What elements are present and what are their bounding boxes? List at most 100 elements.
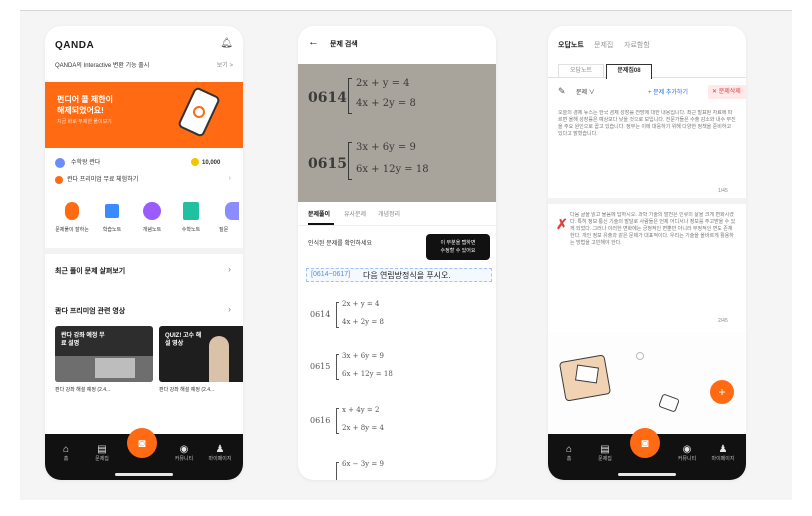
chevron-right-icon[interactable]: ›	[228, 304, 231, 314]
tab-home[interactable]: ⌂ 홈	[554, 444, 584, 463]
photo-equation: 4x + 2y = 8	[356, 98, 416, 109]
category-label[interactable]: 학습노트	[95, 226, 129, 234]
question-text-box[interactable]: [0614~0617] 다음 연립방정식을 푸시오.	[306, 268, 492, 282]
video-caption: 콴다 강좌 해설 예정 (2.4...	[159, 387, 215, 393]
tab-community[interactable]: ◉ 커뮤니티	[169, 444, 199, 463]
banner-subtitle: 지금 바로 무제한 풀이보기	[57, 119, 112, 125]
video-title: QUIZ! 고수 해설 영상	[165, 333, 202, 347]
add-problem-button[interactable]: + 문제 추가하기	[648, 89, 688, 97]
photo-problem-number: 0614	[308, 90, 347, 106]
category-label[interactable]: 질문	[219, 226, 243, 234]
home-indicator	[618, 473, 676, 476]
avatar[interactable]	[55, 158, 65, 168]
note-paragraph[interactable]: 다음 글을 읽고 물음에 답하시오. 과학 기술의 발전은 인류의 삶을 크게 …	[570, 212, 736, 312]
edit-tooltip: 이 부분을 탭하면 수정할 수 있어요	[426, 234, 490, 260]
edit-icon[interactable]: ✎	[558, 86, 566, 97]
toolbar: ✎ 문제 ∨ + 문제 추가하기 ✕ 문제삭제	[548, 82, 746, 102]
tab-workbook[interactable]: ▤ 문제집	[590, 444, 620, 463]
header-title: 문제 검색	[330, 41, 358, 48]
camera-button[interactable]: ◙	[630, 428, 660, 458]
tab-workbook[interactable]: 문제집	[594, 40, 613, 50]
top-tabs: 오답노트 문제집 자료함함	[558, 40, 738, 52]
chevron-right-icon[interactable]: ›	[228, 264, 231, 274]
person-icon: ♟	[215, 444, 225, 455]
photo-equation: 2x + y = 4	[356, 78, 410, 89]
bubble-illustration	[636, 352, 644, 360]
notice-more-link[interactable]: 보기 >	[217, 62, 233, 70]
add-fab-button[interactable]: +	[710, 380, 734, 404]
recent-problems-heading[interactable]: 최근 풀이 문제 살펴보기	[55, 266, 125, 276]
wrong-mark-icon: ✗	[556, 216, 568, 232]
problem-item[interactable]: 0616 x + 4y = 2 2x + 8y = 4	[298, 400, 496, 446]
mission-icon	[55, 176, 63, 184]
community-icon: ◉	[179, 444, 189, 455]
profile-name[interactable]: 수학왕 콴다	[71, 159, 100, 167]
video-thumbnail[interactable]: QUIZ! 고수 해설 영상	[159, 326, 243, 382]
community-icon: ◉	[682, 444, 692, 455]
home-icon: ⌂	[565, 444, 573, 455]
notice-bar[interactable]: QANDA의 Interactive 변환 기능 출시	[55, 62, 195, 70]
bottom-tab-bar: ⌂ 홈 ▤ 문제집 ◙ ◉ 커뮤니티 ♟ 마이페이지	[45, 428, 243, 480]
problem-item[interactable]: 0615 3x + 6y = 9 6x + 12y = 18	[298, 346, 496, 392]
sub-tabs: 오답노트 문제집08	[548, 62, 746, 79]
tab-community[interactable]: ◉ 커뮤니티	[672, 444, 702, 463]
category-row: 문제풀이 잘하는 학습노트 개념노트 수학노트 질문	[53, 196, 243, 246]
tab-similar[interactable]: 유사문제	[344, 211, 366, 219]
photo-equation: 6x + 12y = 18	[356, 164, 429, 175]
book-icon: ▤	[600, 444, 610, 455]
tab-home[interactable]: ⌂ 홈	[51, 444, 81, 463]
back-arrow-icon[interactable]: ←	[308, 36, 319, 48]
filter-select[interactable]: 문제 ∨	[576, 89, 595, 97]
sub-tab-note[interactable]: 오답노트	[558, 64, 604, 78]
brace	[336, 354, 339, 380]
category-label[interactable]: 개념노트	[133, 226, 171, 234]
photo-equation: 3x + 6y = 9	[356, 142, 416, 153]
page-indicator: 1/45	[718, 188, 728, 194]
result-label: 인식된 문제를 확인하세요	[308, 241, 373, 247]
video-thumbnail[interactable]: 콴다 강좌 예정 무료 설명	[55, 326, 153, 382]
bottom-tab-bar: ⌂ 홈 ▤ 문제집 ◙ ◉ 커뮤니티 ♟ 마이페이지	[548, 428, 746, 480]
mission-text[interactable]: 콴다 프리미엄 무료 체험하기	[67, 176, 138, 184]
category-label[interactable]: 문제풀이 잘하는	[53, 226, 91, 234]
camera-icon: ◙	[641, 436, 649, 450]
home-indicator	[115, 473, 173, 476]
sub-tab-workbook[interactable]: 문제집08	[606, 64, 652, 79]
banner-title-line1: 펀디어 콜 제한이	[57, 95, 113, 104]
bell-icon[interactable]: 🔔︎	[220, 38, 233, 49]
note-icon[interactable]	[105, 204, 119, 218]
promo-banner[interactable]: 펀디어 콜 제한이 해제되었어요! 지금 바로 무제한 풀이보기	[45, 82, 243, 148]
math-note-icon[interactable]	[183, 202, 199, 220]
note-paragraph[interactable]: 오늘의 경제 뉴스는 한국 경제 성장률 전망에 대한 내용입니다. 최근 발표…	[558, 110, 736, 184]
delete-button[interactable]: ✕ 문제삭제	[708, 85, 746, 99]
phone-search-screen: ← 문제 검색 0614 2x + y = 4 4x + 2y = 8 0615…	[298, 26, 496, 480]
tab-solution[interactable]: 문제풀이	[308, 211, 330, 219]
chevron-right-icon: ›	[228, 175, 231, 182]
illustration-area: +	[548, 332, 746, 436]
tab-workbook[interactable]: ▤ 문제집	[87, 444, 117, 463]
problem-item[interactable]: 0614 2x + y = 4 4x + 2y = 8	[298, 294, 496, 340]
tab-mypage[interactable]: ♟ 마이페이지	[708, 444, 738, 463]
premium-videos-heading[interactable]: 콴다 프리미엄 관련 영상	[55, 306, 125, 316]
home-icon: ⌂	[62, 444, 70, 455]
phone-home-screen: QANDA 🔔︎ QANDA의 Interactive 변환 기능 출시 보기 …	[45, 26, 243, 480]
question-icon[interactable]	[225, 202, 239, 220]
camera-button[interactable]: ◙	[127, 428, 157, 458]
book-icon: ▤	[97, 444, 107, 455]
tab-materials[interactable]: 자료함함	[624, 40, 650, 50]
coin-balance[interactable]: 10,000	[202, 159, 220, 167]
problem-item[interactable]: 6x − 3y = 9	[298, 454, 496, 480]
tab-mypage[interactable]: ♟ 마이페이지	[205, 444, 235, 463]
video-title: 콴다 강좌 예정 무료 설명	[61, 333, 105, 347]
section-divider	[45, 248, 243, 254]
concept-icon[interactable]	[143, 202, 161, 220]
question-text: 다음 연립방정식을 푸시오.	[363, 271, 451, 280]
phone-notebook-screen: 오답노트 문제집 자료함함 오답노트 문제집08 ✎ 문제 ∨ + 문제 추가하…	[548, 26, 746, 480]
fire-icon[interactable]	[65, 202, 79, 220]
category-label[interactable]: 수학노트	[173, 226, 209, 234]
captured-photo[interactable]: 0614 2x + y = 4 4x + 2y = 8 0615 3x + 6y…	[298, 64, 496, 202]
video-caption: 콴다 강좌 해설 예정 (2.4...	[55, 387, 111, 393]
tab-concept[interactable]: 개념정리	[378, 211, 400, 219]
tab-wrong-note[interactable]: 오답노트	[558, 40, 584, 50]
result-tabs: 문제풀이 유사문제 개념정리	[298, 202, 496, 226]
brace	[336, 302, 339, 328]
